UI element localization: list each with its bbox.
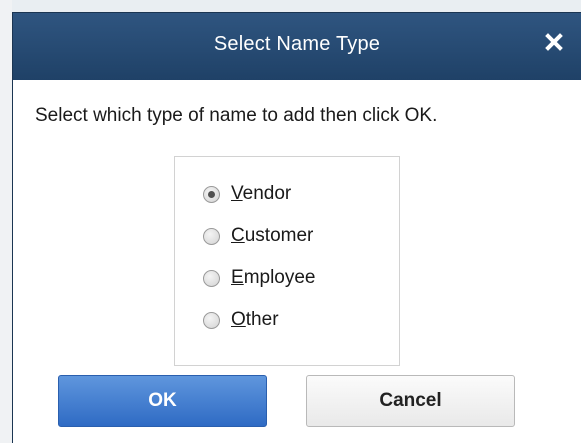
- radio-button-vendor[interactable]: [203, 185, 220, 203]
- radio-option-vendor[interactable]: Vendor: [203, 180, 291, 208]
- background-strip-left: [0, 0, 12, 443]
- select-name-type-dialog: Select Name Type Select which type of na…: [12, 12, 581, 443]
- radio-button-other[interactable]: [203, 311, 220, 329]
- instruction-text: Select which type of name to add then cl…: [35, 105, 438, 126]
- dialog-titlebar[interactable]: Select Name Type: [13, 13, 581, 80]
- accelerator-key: V: [231, 183, 243, 204]
- close-icon: [545, 33, 563, 51]
- radio-button-employee[interactable]: [203, 269, 220, 287]
- radio-label-employee: Employee: [231, 267, 316, 289]
- label-rest: mployee: [243, 267, 316, 288]
- ok-button[interactable]: OK: [58, 375, 267, 427]
- radio-button-customer[interactable]: [203, 227, 220, 245]
- radio-option-employee[interactable]: Employee: [203, 264, 316, 292]
- accelerator-key: E: [231, 267, 244, 288]
- cancel-button[interactable]: Cancel: [306, 375, 515, 427]
- background-strip-top: [0, 0, 581, 12]
- radio-label-other: Other: [231, 309, 279, 331]
- accelerator-key: C: [231, 225, 245, 246]
- label-rest: ustomer: [244, 225, 314, 246]
- radio-label-vendor: Vendor: [231, 183, 291, 205]
- dialog-title: Select Name Type: [213, 33, 381, 55]
- radio-option-customer[interactable]: Customer: [203, 222, 313, 250]
- radio-label-customer: Customer: [231, 225, 313, 247]
- name-type-radio-group: Vendor Customer Employee Other: [174, 156, 400, 366]
- label-rest: endor: [242, 183, 292, 204]
- label-rest: ther: [245, 309, 279, 330]
- accelerator-key: O: [231, 309, 246, 330]
- close-button[interactable]: [541, 29, 567, 55]
- radio-option-other[interactable]: Other: [203, 306, 279, 334]
